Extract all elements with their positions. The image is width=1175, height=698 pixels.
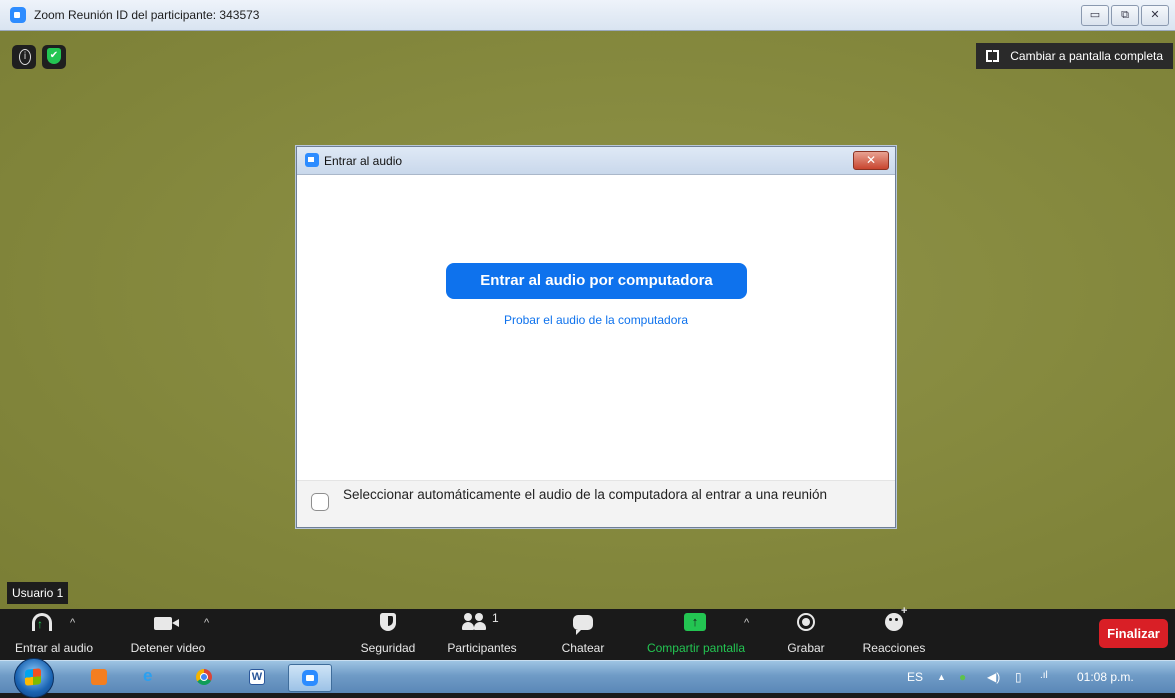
security-shield-icon [380, 613, 396, 631]
taskbar-chrome[interactable] [183, 664, 225, 690]
participants-count: 1 [492, 611, 499, 625]
stop-video-label: Detener video [130, 641, 206, 655]
power-icon[interactable]: ▯ [1015, 670, 1022, 684]
end-meeting-button[interactable]: Finalizar [1099, 619, 1168, 648]
audio-options-caret[interactable]: ^ [70, 617, 75, 629]
chat-label: Chatear [561, 641, 605, 655]
zoom-logo-icon [10, 7, 26, 23]
dialog-close-button[interactable]: ✕ [853, 151, 889, 170]
dialog-footer: Seleccionar automáticamente el audio de … [297, 480, 895, 527]
reactions-label: Reacciones [862, 641, 926, 655]
window-controls: ▭ ⧉ ✕ [1081, 5, 1169, 26]
meeting-toolbar: ^ Entrar al audio ^ Detener video Seguri… [0, 605, 1175, 660]
minimize-button[interactable]: ▭ [1081, 5, 1109, 26]
window-title: Zoom Reunión ID del participante: 343573 [34, 8, 260, 22]
zoom-icon [302, 670, 318, 686]
volume-icon[interactable]: ◀) [987, 670, 1000, 684]
record-icon [797, 613, 815, 631]
internet-explorer-icon: e [143, 666, 153, 685]
taskbar-media-player[interactable] [78, 664, 120, 690]
security-tray-icon[interactable]: ● [959, 670, 966, 684]
record-label: Grabar [787, 641, 825, 655]
join-computer-audio-button[interactable]: Entrar al audio por computadora [446, 263, 747, 299]
chrome-icon [196, 669, 212, 685]
camera-icon [154, 617, 179, 630]
taskbar-zoom[interactable] [288, 664, 332, 692]
participants-label: Participantes [447, 641, 517, 655]
media-player-icon [91, 669, 107, 685]
dialog-titlebar: Entrar al audio ✕ [297, 147, 895, 175]
share-screen-label: Compartir pantalla [646, 641, 746, 655]
fullscreen-label: Cambiar a pantalla completa [1010, 49, 1163, 63]
meeting-info-icons [12, 45, 66, 69]
system-tray: ES ▲ ● ◀) ▯ .ıl 01:08 p.m. [895, 661, 1175, 693]
start-button[interactable] [14, 658, 54, 698]
reactions-smiley-icon [885, 605, 907, 631]
clock[interactable]: 01:08 p.m. [1077, 670, 1134, 684]
participants-icon: 1 [462, 611, 499, 631]
show-hidden-icons[interactable]: ▲ [937, 672, 946, 682]
auto-select-audio-label[interactable]: Seleccionar automáticamente el audio de … [343, 486, 863, 504]
window-titlebar: Zoom Reunión ID del participante: 343573… [0, 0, 1175, 31]
network-icon[interactable]: .ıl [1040, 670, 1048, 681]
windows-taskbar: e W ES ▲ ● ◀) ▯ .ıl 01:08 p.m. [0, 658, 1175, 698]
participant-name-label: Usuario 1 [7, 582, 69, 604]
taskbar-word[interactable]: W [236, 664, 278, 690]
auto-select-audio-checkbox[interactable] [311, 493, 329, 511]
encryption-shield-icon[interactable] [42, 45, 66, 69]
test-audio-link[interactable]: Probar el audio de la computadora [297, 313, 895, 327]
zoom-logo-icon [305, 153, 319, 167]
headphones-icon [32, 613, 52, 631]
word-icon: W [249, 669, 265, 685]
join-audio-dialog: Entrar al audio ✕ Entrar al audio por co… [296, 146, 896, 528]
video-options-caret[interactable]: ^ [204, 617, 209, 629]
close-window-button[interactable]: ✕ [1141, 5, 1169, 26]
taskbar-internet-explorer[interactable]: e [130, 664, 172, 690]
fullscreen-button[interactable]: Cambiar a pantalla completa [976, 43, 1173, 69]
join-audio-label: Entrar al audio [14, 641, 94, 655]
share-options-caret[interactable]: ^ [744, 617, 749, 629]
security-label: Seguridad [360, 641, 416, 655]
share-screen-icon: ↑ [684, 613, 706, 631]
dialog-title: Entrar al audio [324, 154, 403, 168]
language-indicator[interactable]: ES [907, 670, 923, 684]
chat-icon [573, 615, 593, 635]
restore-button[interactable]: ⧉ [1111, 5, 1139, 26]
info-icon[interactable] [12, 45, 36, 69]
fullscreen-icon [986, 50, 1000, 62]
